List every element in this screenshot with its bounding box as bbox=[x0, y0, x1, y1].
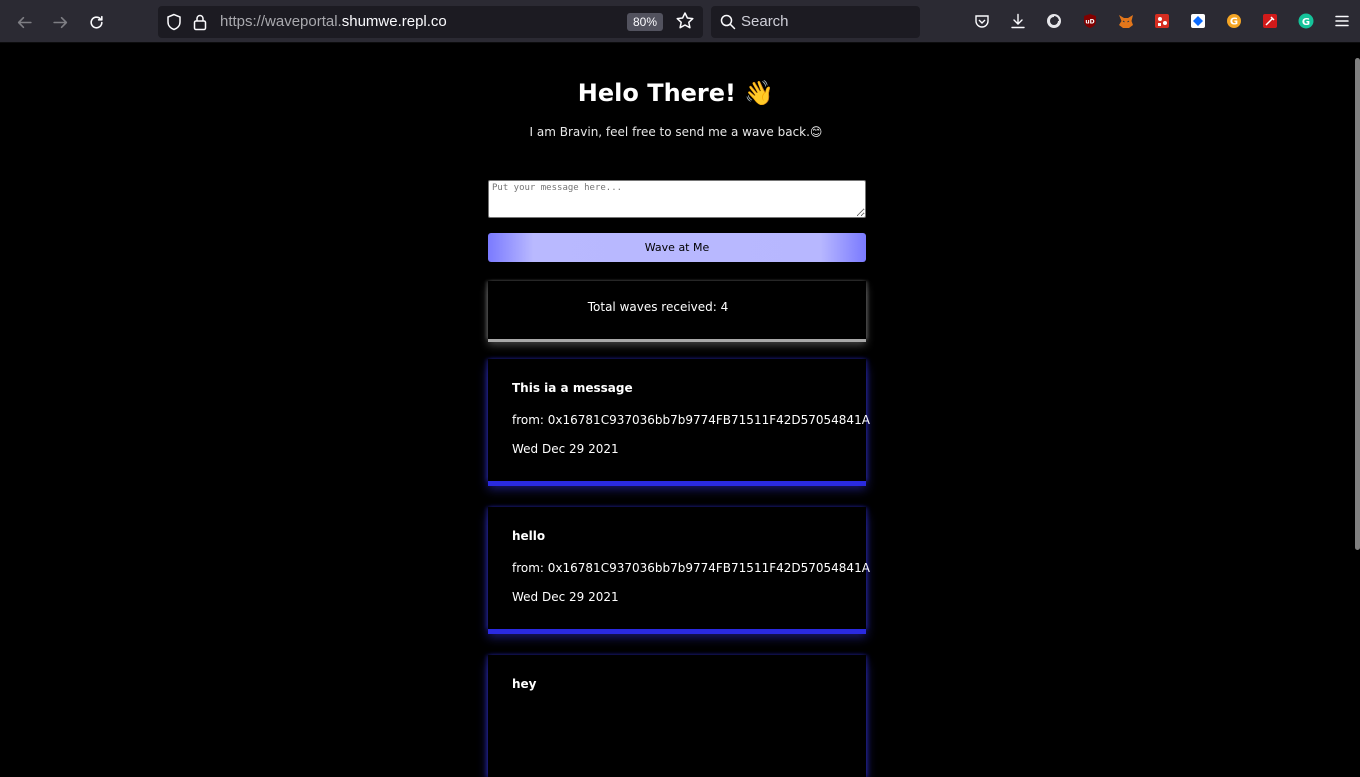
wave-sender-address: from: 0x16781C937036bb7b9774FB71511F42D5… bbox=[512, 413, 870, 427]
download-icon[interactable] bbox=[1010, 13, 1026, 29]
grammarly-icon[interactable]: G bbox=[1298, 13, 1314, 29]
arrow-left-icon bbox=[17, 16, 32, 28]
search-icon bbox=[720, 14, 736, 30]
url-text[interactable]: https://waveportal.shumwe.repl.co bbox=[220, 13, 447, 30]
lock-icon[interactable] bbox=[193, 13, 207, 31]
url-bar[interactable]: https://waveportal.shumwe.repl.co 80% bbox=[158, 6, 703, 38]
diamond-extension-icon[interactable] bbox=[1190, 13, 1206, 29]
forward-button[interactable] bbox=[46, 8, 74, 36]
wave-sender-address: from: 0x16781C937036bb7b9774FB71511F42D5… bbox=[512, 561, 870, 575]
shield-icon[interactable] bbox=[166, 13, 182, 31]
page-subtitle: I am Bravin, feel free to send me a wave… bbox=[529, 125, 823, 139]
wave-message: This ia a message bbox=[512, 381, 633, 395]
wave-card: hello from: 0x16781C937036bb7b9774FB7151… bbox=[488, 507, 870, 629]
puzzle-extension-icon[interactable] bbox=[1154, 13, 1170, 29]
pocket-icon[interactable] bbox=[974, 13, 990, 29]
zoom-level-badge[interactable]: 80% bbox=[627, 13, 664, 31]
total-waves-count: Total waves received: 4 bbox=[587, 300, 729, 314]
wave-date: Wed Dec 29 2021 bbox=[512, 590, 619, 604]
gear-g-extension-icon[interactable]: G bbox=[1226, 13, 1242, 29]
red-pen-extension-icon[interactable] bbox=[1262, 13, 1278, 29]
wave-card: hey bbox=[488, 655, 866, 777]
total-waves-box: Total waves received: 4 bbox=[488, 281, 866, 339]
page-content: Helo There! 👋 I am Bravin, feel free to … bbox=[0, 43, 1360, 777]
page-title: Helo There! 👋 bbox=[577, 79, 775, 107]
wave-card: This ia a message from: 0x16781C937036bb… bbox=[488, 359, 870, 481]
hamburger-menu-icon[interactable] bbox=[1334, 13, 1350, 29]
message-input[interactable] bbox=[488, 180, 866, 218]
ublock-icon[interactable]: uD bbox=[1082, 13, 1098, 29]
reload-button[interactable] bbox=[82, 8, 110, 36]
back-button[interactable] bbox=[10, 8, 38, 36]
bookmark-star-icon[interactable] bbox=[675, 11, 695, 31]
url-domain: shumwe.repl.co bbox=[341, 13, 447, 30]
wave-date: Wed Dec 29 2021 bbox=[512, 442, 619, 456]
wave-button[interactable]: Wave at Me bbox=[488, 233, 866, 262]
wave-message: hello bbox=[512, 529, 546, 543]
svg-text:G: G bbox=[1302, 17, 1310, 28]
svg-text:G: G bbox=[1230, 17, 1238, 28]
reload-icon bbox=[89, 15, 103, 29]
metamask-fox-icon[interactable] bbox=[1118, 13, 1134, 29]
url-prefix: https://waveportal. bbox=[220, 13, 342, 30]
search-placeholder: Search bbox=[741, 13, 789, 30]
wave-message: hey bbox=[512, 677, 537, 691]
svg-text:uD: uD bbox=[1085, 19, 1094, 26]
browser-toolbar: https://waveportal.shumwe.repl.co 80% Se… bbox=[0, 0, 1360, 43]
arrow-right-icon bbox=[52, 16, 67, 28]
search-bar[interactable]: Search bbox=[711, 6, 920, 38]
sync-account-icon[interactable] bbox=[1046, 13, 1062, 29]
page-scrollbar[interactable] bbox=[1355, 58, 1360, 550]
